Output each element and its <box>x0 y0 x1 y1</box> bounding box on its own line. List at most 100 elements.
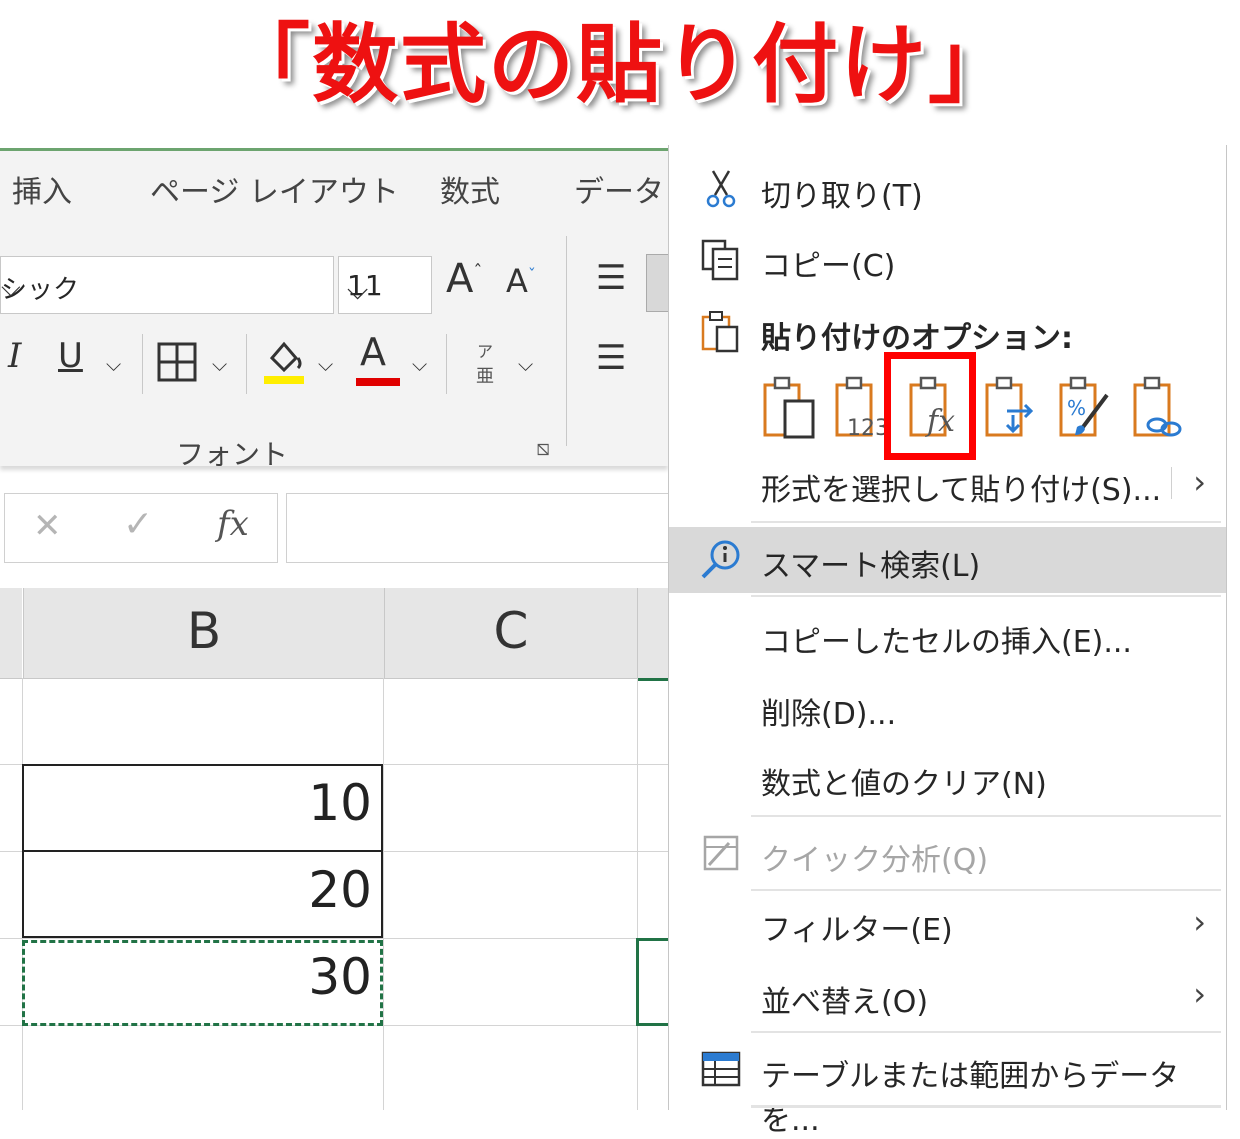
context-menu: 切り取り(T) コピー(C) 貼り付けのオプション: 123 fx % 形式を選… <box>668 145 1227 1138</box>
menu-separator <box>751 815 1221 817</box>
column-header-d[interactable] <box>637 588 669 681</box>
ribbon-tabs: 挿入 ページ レイアウト 数式 データ <box>0 151 668 226</box>
menu-item-insert-copied[interactable]: コピーしたセルの挿入(E)... <box>669 603 1226 669</box>
highlight-box <box>884 352 976 460</box>
svg-text:%: % <box>1067 396 1086 420</box>
copy-icon <box>699 237 743 281</box>
fill-color-icon[interactable] <box>262 336 306 390</box>
chevron-down-icon: ⌵ <box>347 273 369 306</box>
menu-item-cut[interactable]: 切り取り(T) <box>669 157 1226 223</box>
cancel-icon[interactable]: ✕ <box>33 506 62 546</box>
menu-item-delete[interactable]: 削除(D)... <box>669 675 1226 741</box>
formula-input[interactable] <box>286 493 670 563</box>
separator <box>246 334 247 394</box>
delete-label: 削除(D)... <box>761 697 897 732</box>
table-icon <box>699 1047 743 1091</box>
phonetic-guide-icon[interactable]: ア 亜 <box>470 338 500 388</box>
column-header-b[interactable]: B <box>23 588 384 679</box>
align-middle-button[interactable] <box>646 254 670 312</box>
paste-formatting-icon[interactable]: % <box>1057 375 1113 441</box>
chevron-down-icon[interactable]: ⌵ <box>518 352 533 376</box>
phonetic-top: ア <box>476 342 493 361</box>
chevron-down-icon[interactable]: ⌵ <box>412 352 427 376</box>
separator <box>142 334 143 394</box>
shrink-font-letter: A <box>506 262 528 300</box>
grid-line <box>383 678 384 1110</box>
cut-label: 切り取り(T) <box>761 179 923 214</box>
quick-analysis-icon <box>699 831 743 875</box>
paste-icon[interactable] <box>761 375 817 441</box>
smart-lookup-icon <box>699 537 743 581</box>
column-header-a[interactable] <box>0 588 22 679</box>
font-group-label: フォント <box>176 438 289 471</box>
submenu-divider <box>1171 467 1172 499</box>
insert-copied-label: コピーしたセルの挿入(E)... <box>761 625 1132 660</box>
align-top-icon[interactable]: ☰ <box>596 258 626 298</box>
clear-label: 数式と値のクリア(N) <box>761 767 1047 802</box>
menu-item-quick-analysis: クイック分析(Q) <box>669 821 1226 887</box>
paste-values-icon[interactable]: 123 <box>833 375 889 441</box>
excel-window: 挿入 ページ レイアウト 数式 データ シック ⌵ 11 ⌵ Aˆ Aˇ ☰ ☰… <box>0 148 670 1110</box>
menu-item-table-range[interactable]: テーブルまたは範囲からデータを... <box>669 1037 1226 1138</box>
tab-insert[interactable]: 挿入 <box>12 167 72 211</box>
cell-b4[interactable]: 20 <box>30 861 372 919</box>
italic-button[interactable]: I <box>8 336 21 376</box>
table-range-label: テーブルまたは範囲からデータを... <box>761 1059 1180 1138</box>
tab-formulas[interactable]: 数式 <box>440 167 500 211</box>
menu-separator <box>751 595 1221 597</box>
clipboard-icon <box>699 309 743 353</box>
group-separator <box>566 236 567 446</box>
paste-transpose-icon[interactable] <box>983 375 1039 441</box>
chevron-down-icon: ⌵ <box>1 273 21 303</box>
chevron-right-icon: › <box>1193 975 1206 1013</box>
grid-line <box>637 678 638 1110</box>
chevron-right-icon: › <box>1193 903 1206 941</box>
caret-down-icon: ˇ <box>527 265 536 285</box>
phonetic-bottom: 亜 <box>476 366 494 387</box>
menu-item-filter[interactable]: フィルター(E) › <box>669 891 1226 957</box>
font-name-dropdown[interactable]: シック ⌵ <box>0 256 334 314</box>
menu-item-copy[interactable]: コピー(C) <box>669 227 1226 293</box>
cell-b5[interactable]: 30 <box>30 948 372 1006</box>
enter-icon[interactable]: ✓ <box>123 504 153 545</box>
column-c-label: C <box>493 602 529 660</box>
svg-text:123: 123 <box>847 416 889 441</box>
menu-item-clear[interactable]: 数式と値のクリア(N) <box>669 745 1226 811</box>
paste-special-label: 形式を選択して貼り付け(S)... <box>761 473 1162 508</box>
grow-font-button[interactable]: Aˆ <box>446 256 482 302</box>
menu-separator <box>751 1105 1221 1108</box>
underline-button[interactable]: U <box>58 336 83 376</box>
chevron-down-icon[interactable]: ⌵ <box>106 352 121 376</box>
tab-data[interactable]: データ <box>574 167 664 211</box>
column-header-c[interactable]: C <box>384 588 637 679</box>
cell-b3[interactable]: 10 <box>30 774 372 832</box>
chevron-down-icon[interactable]: ⌵ <box>212 352 227 376</box>
shrink-font-button[interactable]: Aˇ <box>506 262 536 300</box>
active-cell[interactable] <box>636 938 668 1026</box>
chevron-down-icon[interactable]: ⌵ <box>318 352 333 376</box>
tab-page-layout[interactable]: ページ レイアウト <box>150 167 399 211</box>
separator <box>446 334 447 394</box>
insert-function-icon[interactable]: fx <box>217 504 249 544</box>
grid-line <box>0 938 668 939</box>
dialog-launcher-icon[interactable]: ⧅ <box>536 436 550 461</box>
formula-bar: ✕ ✓ fx <box>0 493 670 565</box>
align-left-icon[interactable]: ☰ <box>596 338 626 378</box>
borders-icon[interactable] <box>157 342 197 386</box>
filter-label: フィルター(E) <box>761 913 953 948</box>
menu-item-sort[interactable]: 並べ替え(O) › <box>669 963 1226 1029</box>
menu-separator <box>751 1031 1221 1033</box>
menu-separator <box>751 521 1221 523</box>
paste-link-icon[interactable] <box>1131 375 1187 441</box>
ribbon-home: シック ⌵ 11 ⌵ Aˆ Aˇ ☰ ☰ I U ⌵ ⌵ ⌵ A ⌵ ア 亜 ⌵… <box>0 226 670 471</box>
grow-font-letter: A <box>446 256 474 302</box>
scissors-icon <box>699 167 743 211</box>
column-b-label: B <box>186 602 222 660</box>
menu-item-paste-special[interactable]: 形式を選択して貼り付け(S)... › <box>669 451 1226 517</box>
menu-item-smart-lookup[interactable]: スマート検索(L) <box>669 527 1226 593</box>
font-size-dropdown[interactable]: 11 ⌵ <box>338 256 432 314</box>
font-color-letter: A <box>360 330 386 374</box>
copy-label: コピー(C) <box>761 249 896 284</box>
font-color-bar <box>356 378 400 386</box>
smart-lookup-label: スマート検索(L) <box>761 549 981 584</box>
